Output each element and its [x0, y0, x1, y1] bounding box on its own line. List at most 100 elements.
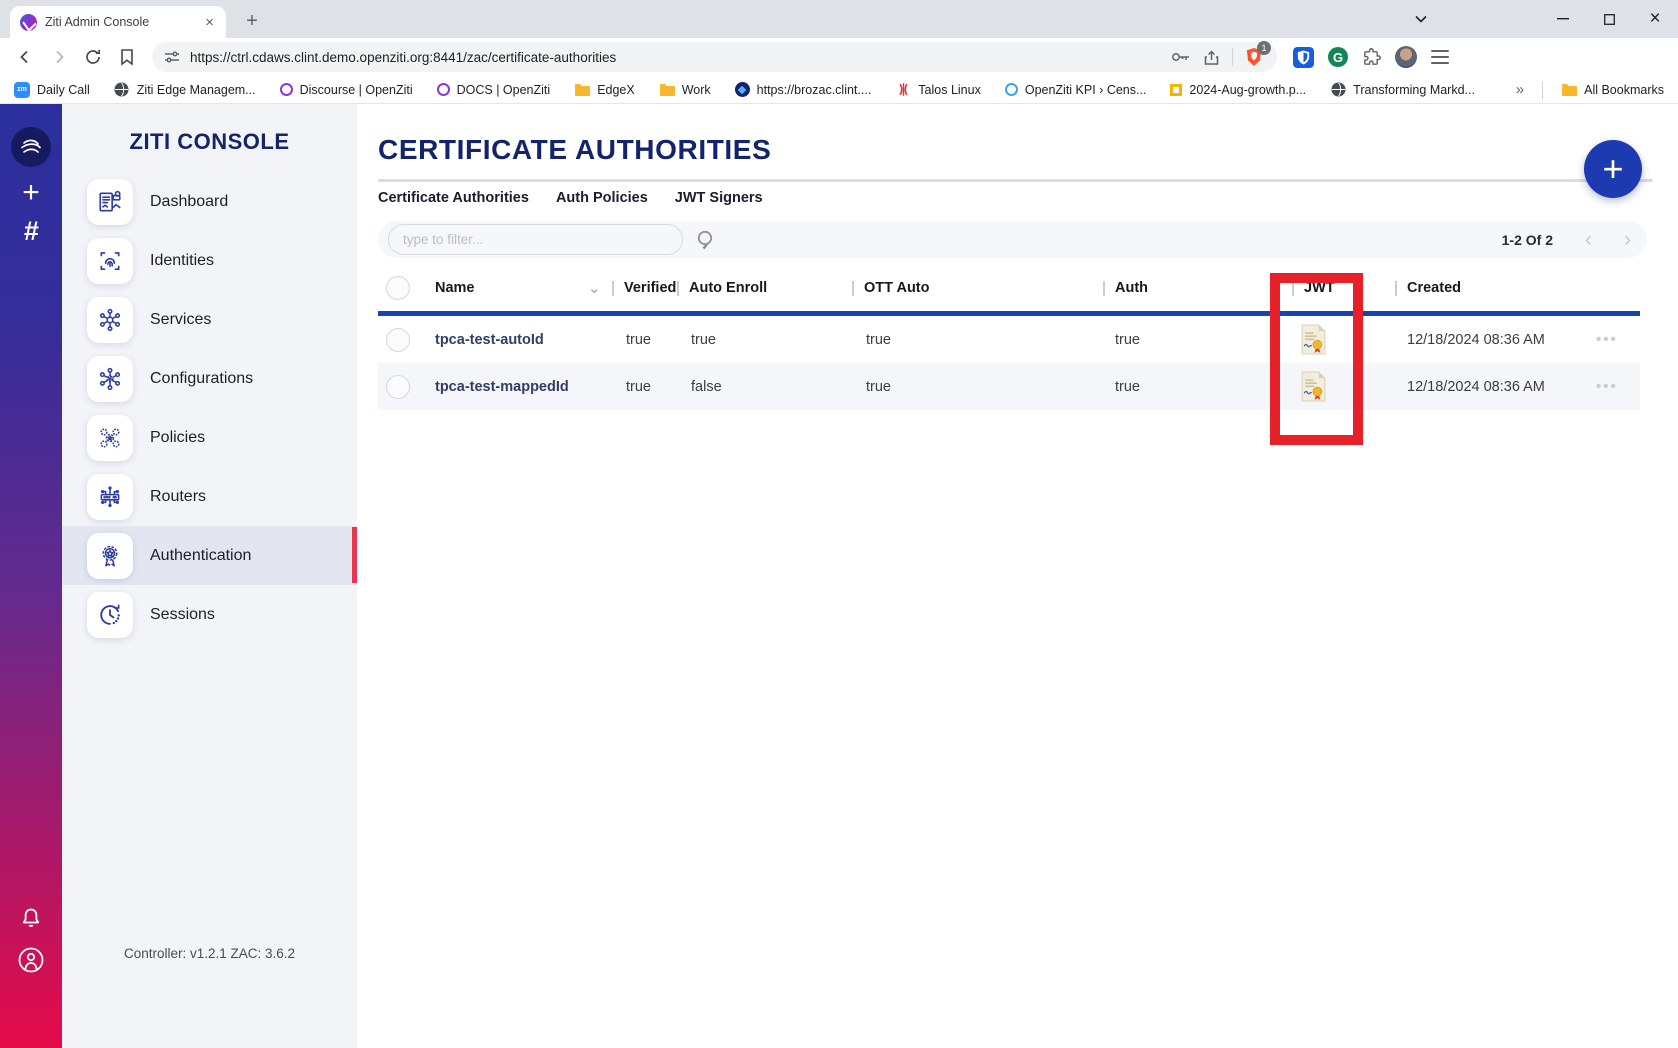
- ca-name[interactable]: tpca-test-autoId: [435, 316, 544, 363]
- bookmark-daily-call[interactable]: zm Daily Call: [14, 82, 90, 98]
- bookmark-2024-aug-growth[interactable]: 2024-Aug-growth.p...: [1170, 83, 1306, 97]
- url-bar[interactable]: https://ctrl.cdaws.clint.demo.openziti.o…: [152, 42, 1277, 72]
- bookmark-docs-openziti[interactable]: DOCS | OpenZiti: [437, 83, 551, 97]
- column-separator: [612, 281, 614, 296]
- sidebar-item-label: Identities: [150, 252, 214, 270]
- column-header-verified[interactable]: Verified: [612, 265, 676, 311]
- rail-add-button[interactable]: +: [0, 176, 62, 210]
- column-header-ott-auto[interactable]: OTT Auto: [852, 265, 930, 311]
- browser-tab[interactable]: Ziti Admin Console ×: [10, 6, 226, 38]
- sidebar-item-label: Configurations: [150, 370, 253, 388]
- bookmark-ziti-edge[interactable]: Ziti Edge Managem...: [114, 82, 256, 98]
- grammarly-icon[interactable]: G: [1328, 47, 1348, 67]
- sidebar: ZITI CONSOLE Dashboard Identities Servic…: [62, 104, 357, 1048]
- add-certificate-authority-button[interactable]: +: [1584, 140, 1642, 198]
- bookmark-brozac[interactable]: https://brozac.clint....: [735, 82, 872, 97]
- column-header-auth[interactable]: Auth: [1103, 265, 1148, 311]
- forward-button[interactable]: [44, 42, 74, 72]
- column-separator: [1103, 281, 1105, 296]
- all-bookmarks-button[interactable]: All Bookmarks: [1561, 82, 1664, 98]
- bookmark-discourse-openziti[interactable]: Discourse | OpenZiti: [280, 83, 413, 97]
- bookmark-icon[interactable]: [112, 42, 142, 72]
- tab-search-chevron-icon[interactable]: [1398, 0, 1444, 38]
- column-separator: [677, 281, 679, 296]
- slides-icon: [1170, 84, 1182, 96]
- sidebar-item-sessions[interactable]: Sessions: [62, 585, 357, 644]
- window-close-button[interactable]: ×: [1632, 0, 1678, 38]
- url-text[interactable]: https://ctrl.cdaws.clint.demo.openziti.o…: [190, 50, 1161, 65]
- talos-icon: [895, 82, 911, 98]
- bookmark-transforming-markd[interactable]: Transforming Markd...: [1330, 82, 1475, 98]
- profile-person-icon[interactable]: [0, 946, 62, 974]
- services-network-icon: [87, 297, 133, 343]
- filter-bar: 1-2 Of 2 ‹ ›: [378, 221, 1647, 258]
- column-header-name[interactable]: Name: [435, 265, 475, 311]
- bookmark-edgex-folder[interactable]: EdgeX: [574, 82, 635, 98]
- table-row[interactable]: tpca-test-autoId true true true true 12/…: [378, 316, 1640, 363]
- row-checkbox[interactable]: [386, 328, 410, 352]
- page-tabs: Certificate Authorities Auth Policies JW…: [378, 190, 1678, 206]
- filter-input[interactable]: [388, 224, 683, 255]
- jwt-certificate-icon[interactable]: [1300, 316, 1327, 363]
- extension-area: G: [1293, 46, 1453, 68]
- back-button[interactable]: [10, 42, 40, 72]
- sidebar-item-identities[interactable]: Identities: [62, 231, 357, 290]
- window-minimize-button[interactable]: [1540, 0, 1586, 38]
- brave-shield-icon[interactable]: 1: [1245, 47, 1263, 67]
- bookmark-talos-linux[interactable]: Talos Linux: [895, 82, 981, 98]
- share-icon[interactable]: [1203, 49, 1220, 66]
- select-all-checkbox[interactable]: [386, 276, 410, 300]
- sidebar-item-policies[interactable]: Policies: [62, 408, 357, 467]
- page-prev-chevron-icon[interactable]: ‹: [1585, 229, 1592, 250]
- table-row[interactable]: tpca-test-mappedId true false true true …: [378, 363, 1640, 410]
- app-rail: + #: [0, 104, 62, 1048]
- sidebar-item-authentication[interactable]: Authentication: [62, 526, 357, 585]
- bookmark-work-folder[interactable]: Work: [659, 82, 711, 98]
- policies-gears-icon: [87, 415, 133, 461]
- ziti-favicon-icon: [20, 14, 37, 31]
- browser-titlebar: Ziti Admin Console × + ×: [0, 0, 1678, 38]
- sidebar-item-routers[interactable]: Routers: [62, 467, 357, 526]
- ca-name[interactable]: tpca-test-mappedId: [435, 363, 569, 410]
- row-menu-dots[interactable]: •••: [1596, 363, 1618, 410]
- page-next-chevron-icon[interactable]: ›: [1624, 229, 1631, 250]
- sidebar-item-configurations[interactable]: Configurations: [62, 349, 357, 408]
- row-checkbox[interactable]: [386, 375, 410, 399]
- menu-hamburger-icon[interactable]: [1431, 50, 1449, 64]
- jwt-certificate-icon[interactable]: [1300, 363, 1327, 410]
- sidebar-item-label: Routers: [150, 488, 206, 506]
- sessions-clock-icon: [87, 592, 133, 638]
- rail-hash-button[interactable]: #: [0, 216, 62, 247]
- reload-button[interactable]: [78, 42, 108, 72]
- sidebar-item-dashboard[interactable]: Dashboard: [62, 172, 357, 231]
- bitwarden-icon[interactable]: [1293, 47, 1314, 68]
- bookmarks-overflow-chevrons[interactable]: »: [1516, 81, 1524, 98]
- bookmark-openziti-kpi[interactable]: OpenZiti KPI › Cens...: [1005, 83, 1147, 97]
- auto-enroll-value: false: [691, 363, 722, 410]
- sidebar-item-services[interactable]: Services: [62, 290, 357, 349]
- tune-icon[interactable]: [164, 49, 180, 65]
- search-icon[interactable]: [695, 229, 717, 251]
- notifications-bell-icon[interactable]: [0, 906, 62, 930]
- tab-certificate-authorities[interactable]: Certificate Authorities: [378, 190, 529, 206]
- tab-close-icon[interactable]: ×: [201, 14, 218, 31]
- profile-avatar[interactable]: [1395, 46, 1417, 68]
- new-tab-button[interactable]: +: [238, 8, 266, 36]
- row-menu-dots[interactable]: •••: [1596, 316, 1618, 363]
- column-header-jwt[interactable]: JWT: [1292, 265, 1335, 311]
- globe-icon: [114, 82, 130, 98]
- extensions-puzzle-icon[interactable]: [1362, 48, 1381, 67]
- auth-value: true: [1115, 363, 1140, 410]
- password-key-icon[interactable]: [1171, 50, 1191, 64]
- window-maximize-button[interactable]: [1586, 0, 1632, 38]
- column-header-auto-enroll[interactable]: Auto Enroll: [677, 265, 767, 311]
- routers-device-icon: [87, 474, 133, 520]
- ziti-logo-icon[interactable]: [11, 127, 51, 167]
- column-header-created[interactable]: Created: [1395, 265, 1461, 311]
- openziti-ring-icon: [437, 83, 450, 96]
- tab-jwt-signers[interactable]: JWT Signers: [675, 190, 763, 206]
- tab-auth-policies[interactable]: Auth Policies: [556, 190, 648, 206]
- sidebar-item-label: Authentication: [150, 547, 251, 565]
- sort-chevron-icon[interactable]: ⌄: [588, 265, 601, 311]
- sidebar-item-label: Sessions: [150, 606, 215, 624]
